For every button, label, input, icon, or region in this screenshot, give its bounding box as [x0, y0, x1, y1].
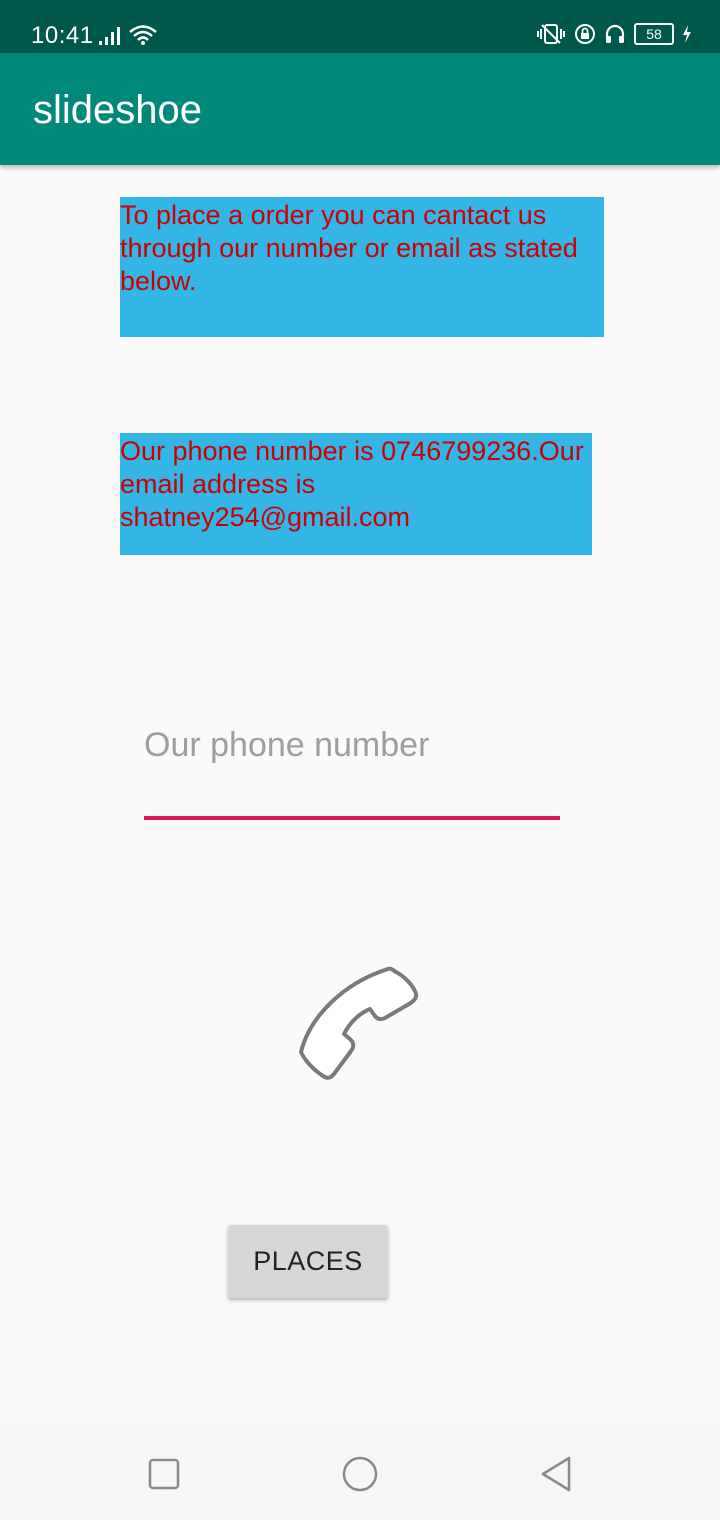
- headphones-icon: [605, 24, 625, 43]
- battery-level: 58: [646, 26, 662, 42]
- rotation-lock-icon: [575, 24, 595, 44]
- status-bar: 10:41 58: [0, 0, 720, 53]
- charging-icon: [683, 25, 691, 43]
- status-time: 10:41: [31, 22, 94, 49]
- input-underline: [144, 816, 560, 820]
- home-button[interactable]: [340, 1454, 380, 1494]
- vibrate-icon: [537, 24, 565, 44]
- battery-icon: 58: [634, 23, 674, 45]
- navigation-bar: [0, 1424, 720, 1520]
- app-title: slideshoe: [33, 88, 203, 132]
- wifi-icon: [129, 25, 157, 45]
- app-bar: slideshoe: [0, 53, 720, 165]
- places-button[interactable]: PLACES: [228, 1225, 388, 1298]
- phone-number-field[interactable]: [144, 715, 560, 822]
- back-button[interactable]: [536, 1454, 576, 1494]
- order-info-text: To place a order you can cantact us thro…: [120, 197, 604, 337]
- signal-icon: [99, 27, 120, 45]
- contact-info-text: Our phone number is 0746799236.Our email…: [120, 433, 592, 555]
- phone-call-icon[interactable]: [292, 958, 424, 1090]
- status-right-icons: 58: [536, 23, 692, 45]
- recents-button[interactable]: [144, 1454, 184, 1494]
- phone-number-input[interactable]: [144, 715, 560, 775]
- status-left-icons: [98, 24, 158, 46]
